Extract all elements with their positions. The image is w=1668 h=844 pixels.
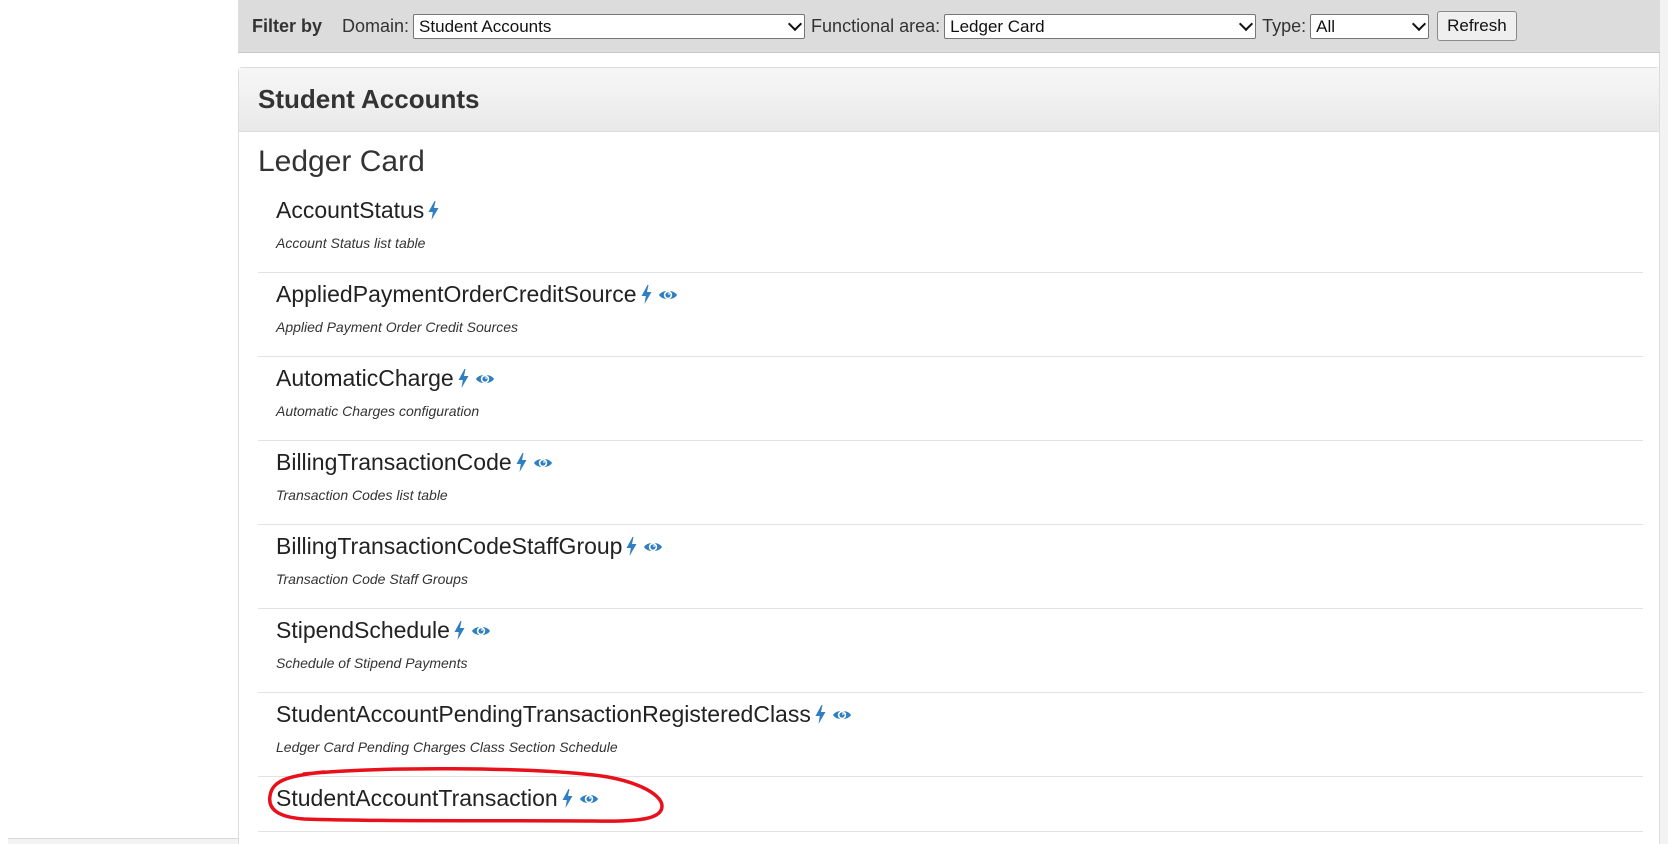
- eye-icon[interactable]: [658, 288, 678, 302]
- item-description: Ledger Card Pending Charges Class Sectio…: [276, 739, 618, 755]
- eye-icon[interactable]: [579, 792, 599, 806]
- panel-title: Student Accounts: [258, 84, 480, 114]
- item-name-row: BillingTransactionCode: [276, 449, 553, 476]
- list-item: AppliedPaymentOrderCreditSource Applied P…: [258, 273, 1643, 357]
- bolt-icon[interactable]: [626, 537, 637, 556]
- list-item: StipendSchedule Schedule of Stipend Payme…: [258, 609, 1643, 693]
- item-description: Applied Payment Order Credit Sources: [276, 319, 518, 335]
- eye-icon[interactable]: [475, 372, 495, 386]
- type-label: Type:: [1262, 15, 1307, 36]
- domain-panel: Student Accounts Ledger Card AccountStat…: [238, 67, 1660, 844]
- item-name-link[interactable]: StipendSchedule: [276, 617, 450, 644]
- bolt-icon[interactable]: [458, 369, 469, 388]
- chevron-down-icon: [787, 16, 803, 31]
- item-name-row: StipendSchedule: [276, 617, 491, 644]
- item-name-link[interactable]: AccountStatus: [276, 197, 424, 224]
- item-name-row: StudentAccountPendingTransactionRegister…: [276, 701, 852, 728]
- type-select-value: All: [1316, 16, 1336, 36]
- item-name-link[interactable]: StudentAccountTransaction: [276, 785, 558, 812]
- item-name-link[interactable]: BillingTransactionCode: [276, 449, 512, 476]
- domain-select[interactable]: Student Accounts: [413, 13, 806, 39]
- list-item: BillingTransactionCodeStaffGroup Transact…: [258, 525, 1643, 609]
- page: Filter by Domain: Student Accounts Funct…: [0, 0, 1668, 844]
- domain-label: Domain:: [342, 15, 410, 36]
- item-name-link[interactable]: BillingTransactionCodeStaffGroup: [276, 533, 622, 560]
- list-item: StudentAccountPendingTransactionRegister…: [258, 693, 1643, 777]
- bolt-icon[interactable]: [516, 453, 527, 472]
- item-name-row: AutomaticCharge: [276, 365, 495, 392]
- item-name-link[interactable]: AppliedPaymentOrderCreditSource: [276, 281, 637, 308]
- bolt-icon[interactable]: [562, 789, 573, 808]
- area-select[interactable]: Ledger Card: [944, 13, 1257, 39]
- bolt-icon[interactable]: [428, 201, 439, 220]
- left-gutter: [0, 0, 8, 844]
- item-name-row: StudentAccountTransaction: [276, 785, 599, 812]
- list-item: AccountStatus Account Status list table: [258, 189, 1643, 273]
- filter-title: Filter by: [252, 15, 323, 36]
- item-description: Transaction Code Staff Groups: [276, 571, 468, 587]
- chevron-down-icon: [1239, 16, 1254, 31]
- section-title: Ledger Card: [258, 145, 425, 178]
- item-name-row: BillingTransactionCodeStaffGroup: [276, 533, 663, 560]
- item-name-row: AppliedPaymentOrderCreditSource: [276, 281, 678, 308]
- item-description: Automatic Charges configuration: [276, 403, 480, 419]
- eye-icon[interactable]: [832, 708, 852, 722]
- chevron-down-icon: [1412, 16, 1427, 31]
- filter-bar: Filter by Domain: Student Accounts Funct…: [238, 0, 1660, 53]
- panel-header: Student Accounts: [239, 68, 1659, 132]
- area-label: Functional area:: [811, 15, 941, 36]
- item-name-link[interactable]: AutomaticCharge: [276, 365, 454, 392]
- refresh-button[interactable]: Refresh: [1437, 11, 1517, 41]
- item-description: Transaction Codes list table: [276, 487, 448, 503]
- domain-select-value: Student Accounts: [419, 16, 552, 36]
- list-item: AutomaticCharge Automatic Charges configu…: [258, 357, 1643, 441]
- item-description: Schedule of Stipend Payments: [276, 655, 468, 671]
- bolt-icon[interactable]: [641, 285, 652, 304]
- item-name-link[interactable]: StudentAccountPendingTransactionRegister…: [276, 701, 811, 728]
- eye-icon[interactable]: [471, 624, 491, 638]
- type-select[interactable]: All: [1310, 13, 1430, 39]
- list-item: StudentAccountTransaction: [258, 777, 1643, 832]
- entity-list: AccountStatus Account Status list table Ap…: [258, 189, 1643, 832]
- bolt-icon[interactable]: [815, 705, 826, 724]
- eye-icon[interactable]: [643, 540, 663, 554]
- bolt-icon[interactable]: [454, 621, 465, 640]
- item-description: Account Status list table: [276, 235, 426, 251]
- item-name-row: AccountStatus: [276, 197, 439, 224]
- area-select-value: Ledger Card: [950, 16, 1045, 36]
- list-item: BillingTransactionCode Transaction Codes …: [258, 441, 1643, 525]
- eye-icon[interactable]: [533, 456, 553, 470]
